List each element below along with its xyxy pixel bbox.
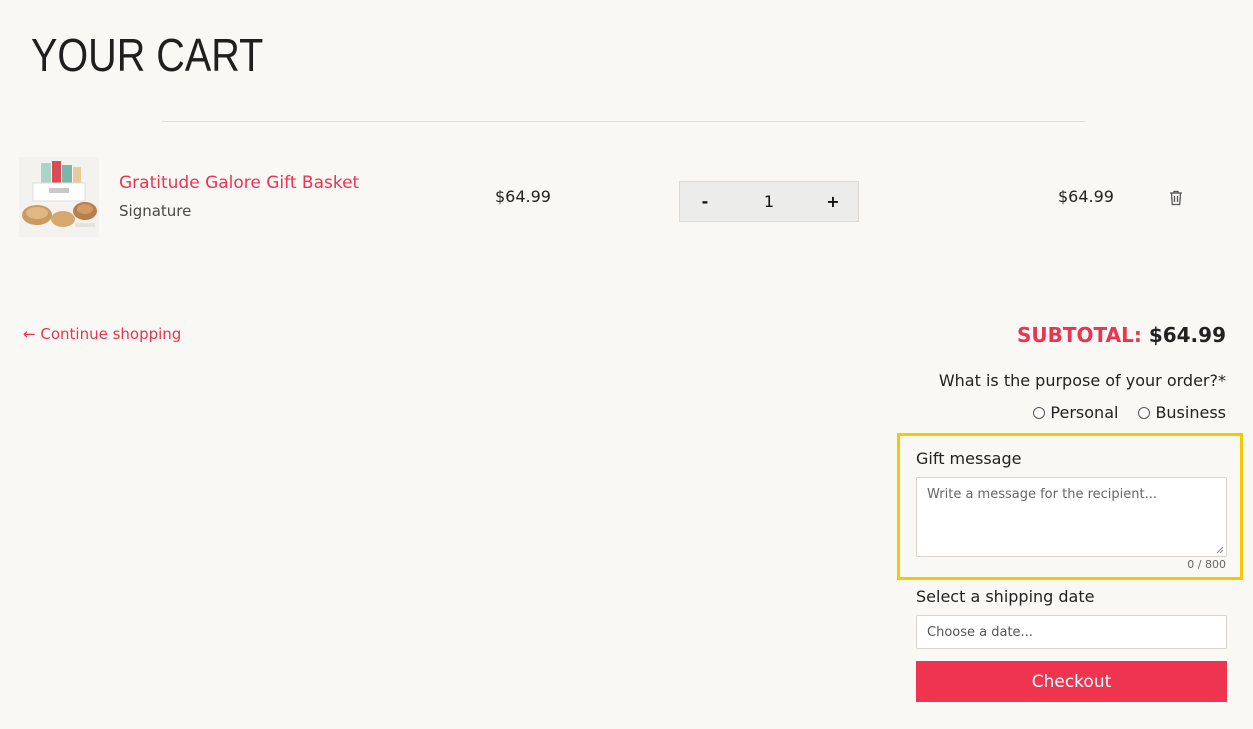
- unit-price: $64.99: [495, 187, 551, 206]
- radio-circle[interactable]: [1138, 406, 1151, 419]
- character-counter: 0 / 800: [1187, 558, 1226, 571]
- shipping-date-label: Select a shipping date: [916, 587, 1095, 606]
- purpose-radio-personal[interactable]: Personal: [1033, 403, 1118, 422]
- subtotal-label: SUBTOTAL:: [1017, 323, 1142, 347]
- page-title: YOUR CART: [31, 29, 264, 81]
- purpose-radio-group: Personal Business: [1033, 403, 1226, 422]
- product-name-link[interactable]: Gratitude Galore Gift Basket: [119, 173, 359, 193]
- continue-shopping-link[interactable]: ← Continue shopping: [23, 325, 181, 343]
- gift-message-placeholder: Write a message for the recipient...: [927, 487, 1157, 502]
- product-image[interactable]: [19, 157, 99, 237]
- arrow-left-icon: ←: [23, 325, 36, 343]
- checkout-button[interactable]: Checkout: [916, 661, 1227, 702]
- gift-message-textarea[interactable]: Write a message for the recipient...: [916, 477, 1227, 557]
- divider: [162, 121, 1085, 122]
- purpose-question: What is the purpose of your order?*: [938, 371, 1226, 390]
- resize-grip-icon[interactable]: [1216, 546, 1224, 554]
- shipping-date-placeholder: Choose a date...: [927, 624, 1033, 640]
- decrement-button[interactable]: -: [698, 192, 712, 211]
- quantity-stepper: - 1 +: [679, 181, 859, 222]
- radio-circle[interactable]: [1033, 406, 1046, 419]
- radio-label-personal: Personal: [1050, 403, 1119, 422]
- quantity-value[interactable]: 1: [764, 192, 774, 211]
- subtotal-amount: $64.99: [1148, 323, 1226, 347]
- line-total: $64.99: [1058, 187, 1114, 206]
- cart-page: YOUR CART Gratitude Galore Gift Basket S…: [0, 0, 1253, 729]
- purpose-radio-business[interactable]: Business: [1138, 403, 1226, 422]
- radio-label-business: Business: [1155, 403, 1226, 422]
- shipping-date-input[interactable]: Choose a date...: [916, 615, 1227, 649]
- gift-message-label: Gift message: [916, 449, 1022, 468]
- trash-icon[interactable]: [1168, 189, 1184, 207]
- increment-button[interactable]: +: [826, 192, 840, 211]
- product-variant: Signature: [119, 202, 192, 220]
- continue-shopping-label: Continue shopping: [40, 325, 182, 343]
- subtotal: SUBTOTAL: $64.99: [1017, 323, 1226, 347]
